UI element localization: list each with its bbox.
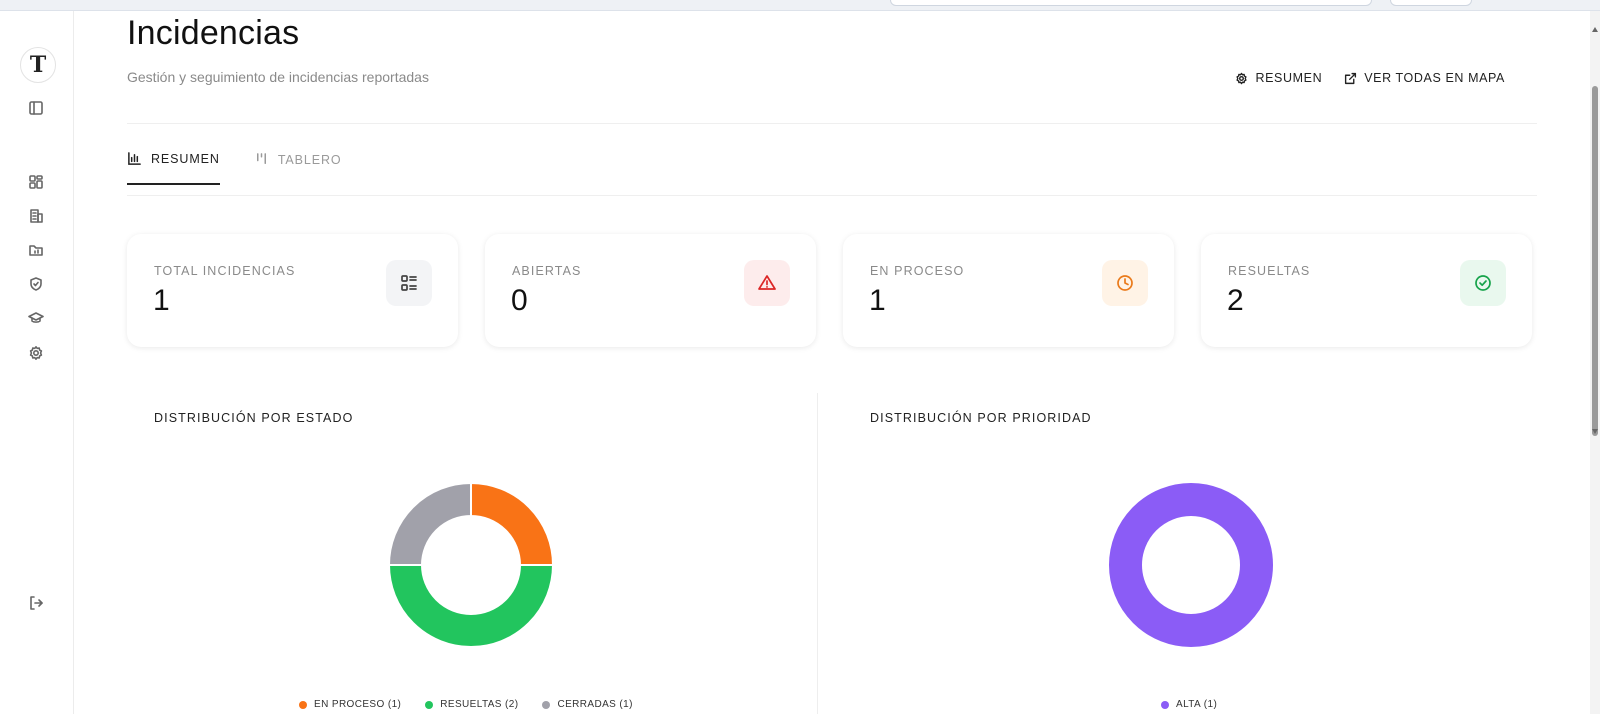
browser-top-strip <box>0 0 1600 11</box>
legend-item-en-proceso[interactable]: EN PROCESO (1) <box>299 699 401 710</box>
tabs-divider <box>127 195 1537 196</box>
bar-chart-icon <box>128 152 141 165</box>
header-actions: RESUMEN VER TODAS EN MAPA <box>1235 71 1505 85</box>
legend-dot <box>425 700 434 709</box>
tab-tablero[interactable]: TABLERO <box>254 151 342 185</box>
prioridad-donut-chart <box>1109 483 1273 647</box>
clock-icon <box>1102 260 1148 306</box>
donut-slice-alta[interactable] <box>1109 483 1273 647</box>
scroll-up-icon[interactable] <box>1592 27 1598 32</box>
prioridad-chart-title: DISTRIBUCIÓN POR PRIORIDAD <box>870 411 1092 425</box>
app-logo[interactable]: T <box>20 47 56 83</box>
donut-slice-cerradas[interactable] <box>387 481 472 566</box>
tab-resumen-label: RESUMEN <box>151 151 220 166</box>
ver-todas-en-mapa-label: VER TODAS EN MAPA <box>1364 71 1505 85</box>
check-circle-icon <box>1460 260 1506 306</box>
donut-slice-en-proceso[interactable] <box>470 481 555 566</box>
stat-value: 1 <box>153 284 170 317</box>
browser-button-edge <box>1390 0 1472 6</box>
page-subtitle: Gestión y seguimiento de incidencias rep… <box>127 69 429 85</box>
legend-label: RESUELTAS (2) <box>440 699 519 710</box>
estado-legend: EN PROCESO (1) RESUELTAS (2) CERRADAS (1) <box>299 699 633 710</box>
gear-icon[interactable] <box>27 344 45 362</box>
stat-label: RESUELTAS <box>1228 264 1311 278</box>
scrollbar-thumb[interactable] <box>1592 86 1598 436</box>
page-title: Incidencias <box>127 14 300 52</box>
shield-icon[interactable] <box>27 275 45 293</box>
estado-chart-title: DISTRIBUCIÓN POR ESTADO <box>154 411 354 425</box>
scroll-down-icon[interactable] <box>1592 429 1598 434</box>
address-bar-edge <box>890 0 1372 6</box>
folder-icon[interactable] <box>27 241 45 259</box>
gear-icon <box>1236 72 1248 84</box>
stat-label: EN PROCESO <box>870 264 965 278</box>
stat-card-abiertas: ABIERTAS 0 <box>485 234 816 347</box>
legend-label: ALTA (1) <box>1176 699 1218 710</box>
sidebar-toggle-icon[interactable] <box>27 99 45 117</box>
scrollbar[interactable] <box>1590 11 1600 714</box>
estado-donut-chart <box>387 481 555 648</box>
ver-todas-en-mapa-button[interactable]: VER TODAS EN MAPA <box>1344 71 1505 85</box>
view-tabs: RESUMEN TABLERO <box>127 151 342 185</box>
stat-label: ABIERTAS <box>512 264 582 278</box>
stat-card-resueltas: RESUELTAS 2 <box>1201 234 1532 347</box>
stat-value: 2 <box>1227 284 1244 317</box>
stat-card-total: TOTAL INCIDENCIAS 1 <box>127 234 458 347</box>
stat-cards: TOTAL INCIDENCIAS 1 ABIERTAS 0 EN PROCES… <box>127 234 1532 347</box>
stat-value: 0 <box>511 284 528 317</box>
building-icon[interactable] <box>27 207 45 225</box>
legend-label: CERRADAS (1) <box>557 699 633 710</box>
list-icon <box>386 260 432 306</box>
sidebar: T <box>0 11 74 714</box>
donut-slice-resueltas[interactable] <box>387 564 555 648</box>
tab-resumen[interactable]: RESUMEN <box>127 151 220 185</box>
legend-dot <box>542 700 551 709</box>
logout-icon[interactable] <box>27 594 45 612</box>
warning-icon <box>744 260 790 306</box>
legend-item-alta[interactable]: ALTA (1) <box>1161 699 1217 710</box>
resumen-button[interactable]: RESUMEN <box>1235 71 1322 85</box>
resumen-button-label: RESUMEN <box>1255 71 1323 85</box>
legend-item-cerradas[interactable]: CERRADAS (1) <box>542 699 632 710</box>
kanban-icon <box>256 153 266 164</box>
legend-label: EN PROCESO (1) <box>314 699 402 710</box>
stat-value: 1 <box>869 284 886 317</box>
header-divider <box>127 123 1537 124</box>
legend-dot <box>1161 700 1169 709</box>
external-link-icon <box>1345 72 1357 84</box>
legend-dot <box>299 700 307 709</box>
legend-item-resueltas[interactable]: RESUELTAS (2) <box>425 699 518 710</box>
dashboard-icon[interactable] <box>27 173 45 191</box>
prioridad-legend: ALTA (1) <box>1161 699 1217 710</box>
stat-label: TOTAL INCIDENCIAS <box>154 264 296 278</box>
graduation-cap-icon[interactable] <box>27 309 45 327</box>
tab-tablero-label: TABLERO <box>277 152 342 167</box>
stat-card-en-proceso: EN PROCESO 1 <box>843 234 1174 347</box>
